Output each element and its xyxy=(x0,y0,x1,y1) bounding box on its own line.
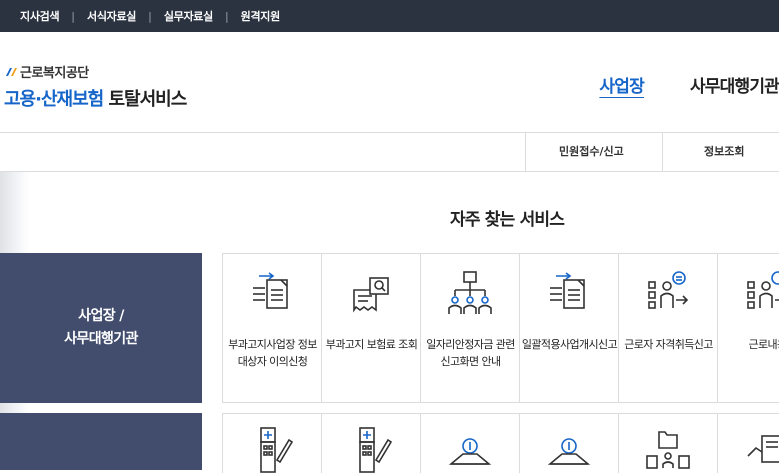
service-name-blue: 고용·산재보험 xyxy=(4,89,104,110)
service-tile[interactable]: 근로내용 xyxy=(718,254,779,402)
category-label-line: 사무대행기관 xyxy=(64,331,138,347)
utility-link-practice-library[interactable]: 실무자료실 xyxy=(164,8,213,24)
sub-nav-divider xyxy=(525,133,526,171)
utility-link-branch-search[interactable]: 지사검색 xyxy=(20,8,60,24)
person-list-arrow-icon xyxy=(747,271,779,309)
organization-chart-icon xyxy=(448,271,492,314)
service-tile-label: 부과고지 보험료 조회 xyxy=(325,338,418,351)
cards-hand-icon xyxy=(747,435,779,463)
utility-separator: | xyxy=(224,9,229,23)
service-tile[interactable]: 부과고지 보험료 조회 xyxy=(322,254,421,402)
sub-nav-divider xyxy=(662,133,663,171)
nav-tab-agency[interactable]: 사무대행기관 xyxy=(690,72,779,97)
main-nav: 사업장 사무대행기관 xyxy=(553,72,779,97)
hospital-form-icon xyxy=(359,427,393,473)
utility-separator: | xyxy=(71,9,75,23)
service-tile[interactable] xyxy=(718,414,779,473)
org-name-row: 근로복지공단 xyxy=(4,62,186,81)
hospital-form-icon xyxy=(260,427,294,473)
service-tile-label: 일자리안정자금 관련 신고화면 안내 xyxy=(426,338,515,368)
utility-separator: | xyxy=(148,9,152,23)
sub-nav-complaint-report[interactable]: 민원접수/신고 xyxy=(559,133,624,171)
document-transfer-icon xyxy=(550,272,585,309)
receipt-search-icon xyxy=(353,277,389,313)
category-workplace-agency: 사업장 / 사무대행기관 xyxy=(0,253,202,403)
sub-nav: 민원접수/신고 정보조회 xyxy=(0,132,779,172)
coin-stack-icon xyxy=(547,438,591,465)
document-transfer-icon xyxy=(253,272,288,309)
utility-link-form-library[interactable]: 서식자료실 xyxy=(87,8,136,24)
service-tile[interactable] xyxy=(520,414,619,473)
service-name-dark: 토탈서비스 xyxy=(108,89,187,110)
coin-stack-icon xyxy=(448,438,492,465)
utility-bar: 지사검색 | 서식자료실 | 실무자료실 | 원격지원 xyxy=(0,0,779,32)
service-grid-row-2 xyxy=(222,413,779,473)
folder-people-icon xyxy=(646,431,690,469)
service-tile[interactable]: 일자리안정자금 관련 신고화면 안내 xyxy=(421,254,520,402)
service-tile[interactable]: 부과고지사업장 정보 대상자 이의신청 xyxy=(223,254,322,402)
service-tile-label: 근로자 자격취득신고 xyxy=(624,338,713,351)
person-list-arrow-icon xyxy=(648,271,689,309)
service-tile[interactable]: 근로자 자격취득신고 xyxy=(619,254,718,402)
site-logo[interactable]: 근로복지공단 고용·산재보험 토탈서비스 xyxy=(4,62,187,111)
org-name: 근로복지공단 xyxy=(20,66,89,81)
service-name: 고용·산재보험 토탈서비스 xyxy=(4,85,187,111)
site-header: 근로복지공단 고용·산재보험 토탈서비스 사업장 사무대행기관 xyxy=(0,32,779,132)
service-tile[interactable] xyxy=(421,414,520,473)
sub-nav-info-lookup[interactable]: 정보조회 xyxy=(704,133,744,171)
service-tile[interactable] xyxy=(322,414,421,473)
service-tile[interactable]: 일괄적용사업개시신고 xyxy=(520,254,619,402)
service-tile-label: 일괄적용사업개시신고 xyxy=(521,338,618,351)
service-tile[interactable] xyxy=(619,414,718,473)
service-tile-label: 부과고지사업장 정보 대상자 이의신청 xyxy=(228,338,317,368)
section-title-frequent-services: 자주 찾는 서비스 xyxy=(450,210,565,230)
nav-tab-workplace[interactable]: 사업장 xyxy=(599,72,644,97)
category-label-line: 사업장 / xyxy=(78,308,124,324)
utility-link-remote-support[interactable]: 원격지원 xyxy=(241,8,281,24)
service-grid-row-1: 부과고지사업장 정보 대상자 이의신청 부과고지 보험료 조회 일자리안정자금 … xyxy=(222,253,779,403)
category-box-2 xyxy=(0,413,202,470)
service-tile-label: 근로내용 xyxy=(748,338,779,351)
service-tile[interactable] xyxy=(223,414,322,473)
comwel-logo-icon xyxy=(6,67,17,76)
